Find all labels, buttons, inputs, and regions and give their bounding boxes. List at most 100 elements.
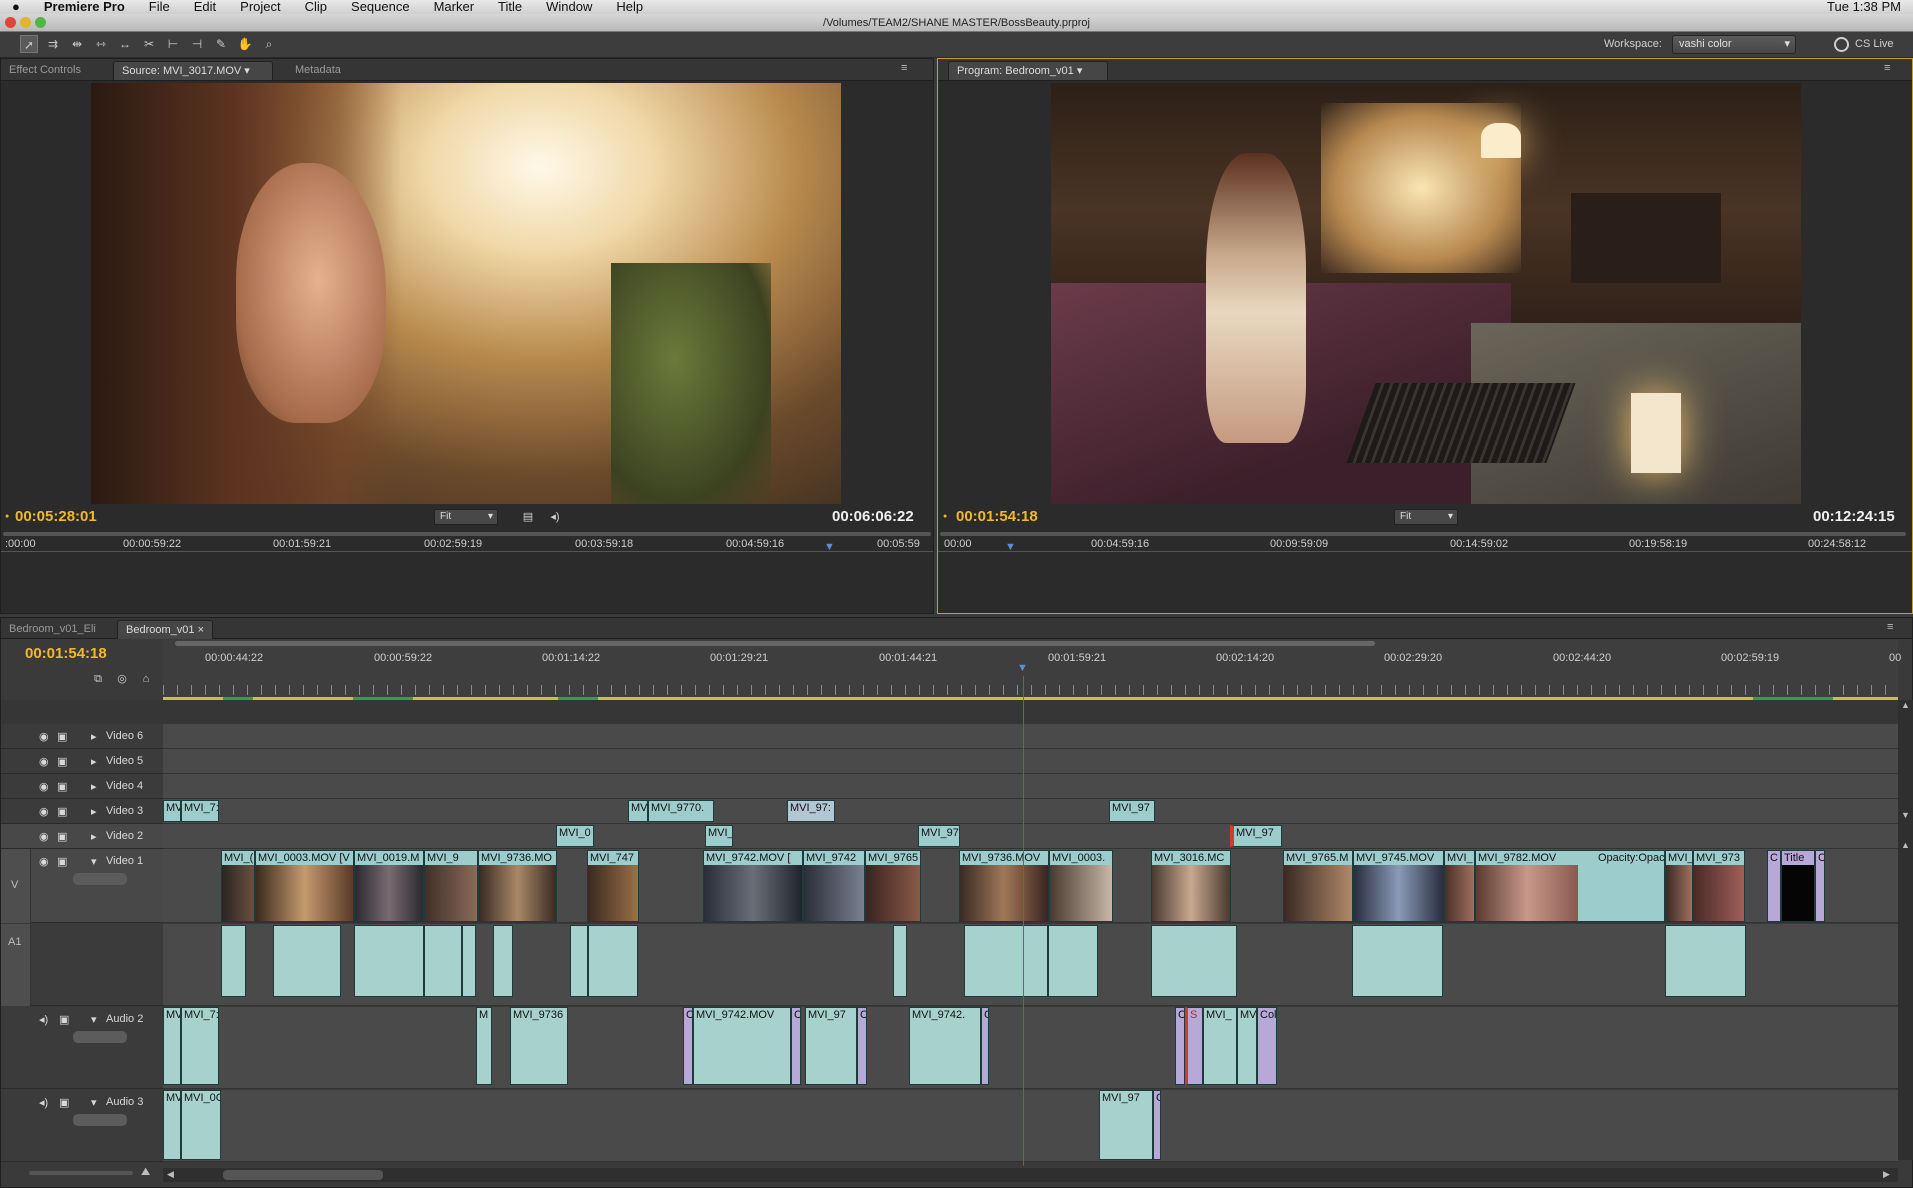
drag-video-icon[interactable]: ▤ <box>519 508 537 526</box>
timeline-playhead-icon[interactable]: ▼ <box>1017 662 1028 674</box>
audio-clip[interactable]: MVI_9742.MOV <box>693 1007 791 1085</box>
track-header-audio2[interactable]: ◂) ▣ ▾ Audio 2 <box>1 1007 163 1089</box>
collapse-icon[interactable]: ▾ <box>91 855 97 868</box>
pen-tool-icon[interactable]: ✎ <box>212 35 230 53</box>
lock-icon[interactable]: ▣ <box>57 805 67 818</box>
tab-effect-controls[interactable]: Effect Controls <box>1 61 89 80</box>
clip[interactable]: MV <box>628 800 648 822</box>
expand-icon[interactable]: ▸ <box>91 730 97 743</box>
menu-help[interactable]: Help <box>604 0 655 14</box>
menu-clip[interactable]: Clip <box>293 0 339 14</box>
clip[interactable]: MVI_ <box>705 825 733 847</box>
program-video-frame[interactable] <box>1051 83 1801 504</box>
source-fit-dropdown[interactable]: Fit ▾ <box>434 509 498 525</box>
menu-clock[interactable]: Tue 1:38 PM <box>1815 0 1913 14</box>
timeline-vertical-scrollbar[interactable]: ▲ ▼ ▲ <box>1898 700 1913 1160</box>
eye-icon[interactable]: ◉ <box>39 830 49 843</box>
track-lane-video4[interactable] <box>163 774 1898 799</box>
clip[interactable]: MVI_9742 <box>803 850 865 922</box>
keyframe-nav[interactable] <box>73 1031 127 1043</box>
track-header-video2[interactable]: ◉ ▣ ▸ Video 2 <box>1 824 163 849</box>
zoom-in-icon[interactable]: ⛰ <box>141 1166 150 1179</box>
audio-clip[interactable]: C <box>1153 1090 1161 1160</box>
cs-live-icon[interactable] <box>1834 37 1849 52</box>
hand-tool-icon[interactable]: ✋ <box>236 35 254 53</box>
audio-clip[interactable] <box>273 925 341 997</box>
audio-clip[interactable] <box>1151 925 1237 997</box>
audio-clip[interactable]: MVI_9736 <box>510 1007 568 1085</box>
track-header-audio3[interactable]: ◂) ▣ ▾ Audio 3 <box>1 1090 163 1162</box>
ripple-edit-tool-icon[interactable]: ⇹ <box>68 35 86 53</box>
lock-icon[interactable]: ▣ <box>57 830 67 843</box>
track-lane-video5[interactable] <box>163 749 1898 774</box>
add-marker-icon[interactable]: ⌂ <box>137 670 155 688</box>
clip[interactable]: MVI_3016.MC <box>1151 850 1231 922</box>
cs-live-label[interactable]: CS Live <box>1855 38 1894 50</box>
audio-clip[interactable] <box>570 925 588 997</box>
track-header-video6[interactable]: ◉ ▣ ▸ Video 6 <box>1 724 163 749</box>
workspace-dropdown[interactable]: vashi color ▾ <box>1672 35 1796 54</box>
slip-tool-icon[interactable]: ⊢ <box>164 35 182 53</box>
rate-stretch-tool-icon[interactable]: ↔ <box>116 35 134 53</box>
clip[interactable]: MVI_ <box>1665 850 1693 922</box>
panel-menu-icon[interactable]: ≡ <box>1887 621 1893 633</box>
audio-clip[interactable]: MV <box>163 1007 181 1085</box>
program-current-timecode[interactable]: 00:01:54:18 <box>956 508 1038 525</box>
audio-clip[interactable] <box>588 925 638 997</box>
clip[interactable]: MVI_97 <box>918 825 960 847</box>
audio-clip[interactable]: MVI_0C <box>181 1090 221 1160</box>
clip-effect-label[interactable]: Opacity:Opacity <box>1598 851 1664 865</box>
clip[interactable]: MVI_97 <box>1109 800 1155 822</box>
tab-metadata[interactable]: Metadata <box>287 61 349 80</box>
audio-clip[interactable] <box>462 925 476 997</box>
expand-icon[interactable]: ▸ <box>91 780 97 793</box>
menu-title[interactable]: Title <box>486 0 534 14</box>
audio-clip[interactable]: C <box>981 1007 989 1085</box>
close-icon[interactable]: × <box>198 624 204 636</box>
keyframe-nav[interactable] <box>73 873 127 885</box>
menu-marker[interactable]: Marker <box>422 0 486 14</box>
lock-icon[interactable]: ▣ <box>57 780 67 793</box>
clip[interactable]: MVI_9742.MOV [ <box>703 850 803 922</box>
clip[interactable]: MVI_973 <box>1693 850 1745 922</box>
clip[interactable]: MVI_9736.MO <box>478 850 557 922</box>
minimize-window-button[interactable] <box>20 17 31 28</box>
app-menu[interactable]: Premiere Pro <box>32 0 137 14</box>
program-fit-dropdown[interactable]: Fit ▾ <box>1394 509 1458 525</box>
collapse-icon[interactable]: ▾ <box>91 1013 97 1026</box>
scroll-right-icon[interactable]: ▶ <box>1883 1169 1890 1180</box>
tab-source[interactable]: Source: MVI_3017.MOV ▾ <box>113 61 273 80</box>
audio-clip[interactable]: MVI_ <box>1203 1007 1237 1085</box>
scroll-up-icon[interactable]: ▲ <box>1901 840 1910 850</box>
collapse-icon[interactable]: ▾ <box>91 1096 97 1109</box>
tab-sequence-bedroom[interactable]: Bedroom_v01 × <box>117 620 213 639</box>
audio-clip[interactable] <box>964 925 1048 997</box>
audio-clip[interactable]: MVI_97 <box>1099 1090 1153 1160</box>
clip[interactable]: MVI_9736.MOV <box>959 850 1049 922</box>
track-lane-video3[interactable] <box>163 799 1898 824</box>
rolling-edit-tool-icon[interactable]: ⇿ <box>92 35 110 53</box>
audio-clip[interactable]: MVI_9742. <box>909 1007 981 1085</box>
razor-tool-icon[interactable]: ✂ <box>140 35 158 53</box>
timeline-zoom-bar[interactable] <box>175 641 1375 646</box>
lock-icon[interactable]: ▣ <box>59 1013 69 1026</box>
menu-file[interactable]: File <box>137 0 182 14</box>
clip[interactable]: MVI_9782.MOV Opacity:Opacity <box>1475 850 1665 922</box>
clip[interactable]: MVI_0003. <box>1049 850 1113 922</box>
scroll-down-icon[interactable]: ▼ <box>1901 810 1910 820</box>
clip[interactable]: MVI_9765 <box>865 850 921 922</box>
scroll-left-icon[interactable]: ◀ <box>167 1169 174 1180</box>
eye-icon[interactable]: ◉ <box>39 730 49 743</box>
timeline-zoom-slider[interactable] <box>29 1171 133 1175</box>
clip[interactable]: MVI_97: <box>787 800 835 822</box>
speaker-icon[interactable]: ◂) <box>39 1013 48 1026</box>
close-window-button[interactable] <box>5 17 16 28</box>
track-lane-audio3[interactable] <box>163 1090 1898 1162</box>
source-video-frame[interactable] <box>91 83 841 504</box>
clip[interactable]: MV <box>163 800 181 822</box>
lock-icon[interactable]: ▣ <box>59 1096 69 1109</box>
menu-sequence[interactable]: Sequence <box>339 0 422 14</box>
panel-menu-icon[interactable]: ≡ <box>1884 62 1890 74</box>
clip[interactable]: MVI_747 <box>587 850 639 922</box>
zoom-tool-icon[interactable]: ⌕ <box>260 35 278 53</box>
